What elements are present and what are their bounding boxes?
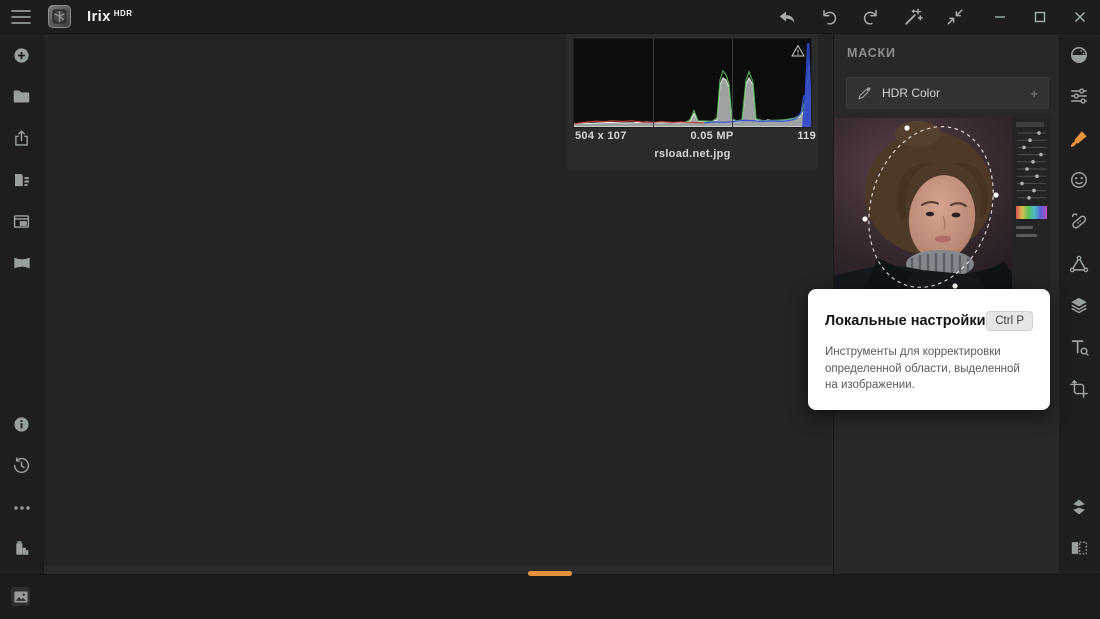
panorama-icon[interactable] <box>10 251 34 275</box>
mask-type-dropdown[interactable]: HDR Color + <box>846 77 1049 109</box>
mask-handle-right <box>993 192 999 198</box>
compare-icon[interactable] <box>1067 536 1091 560</box>
filmstrip-bar <box>0 574 1100 619</box>
histogram-panel: 504 x 107 0.05 MP 119 rsload.net.jpg <box>567 33 818 170</box>
layers-icon[interactable] <box>1067 293 1091 317</box>
flatten-icon[interactable] <box>1067 495 1091 519</box>
crop-icon[interactable] <box>1067 377 1091 401</box>
catalog-icon[interactable] <box>10 209 34 233</box>
histogram-plot[interactable] <box>573 38 812 128</box>
tooltip-shortcut-badge: Ctrl P <box>986 311 1033 331</box>
more-options-icon[interactable] <box>10 496 34 520</box>
filmstrip-image-icon[interactable] <box>11 587 30 606</box>
revert-icon[interactable] <box>776 6 798 28</box>
adjustments-icon[interactable] <box>1067 84 1091 108</box>
batch-processing-icon[interactable] <box>10 168 34 192</box>
info-icon[interactable] <box>10 412 34 436</box>
exit-fullscreen-icon[interactable] <box>944 6 966 28</box>
app-logo-icon <box>48 5 71 28</box>
histogram-curves <box>574 43 811 127</box>
mask-preview-thumbnail[interactable] <box>834 118 1051 290</box>
mask-type-label: HDR Color <box>882 86 941 100</box>
film-roll-icon[interactable] <box>10 537 34 561</box>
redo-icon[interactable] <box>860 6 882 28</box>
undo-icon[interactable] <box>818 6 840 28</box>
image-dimensions: 504 x 107 <box>575 130 627 142</box>
minimize-button[interactable] <box>980 0 1020 33</box>
close-button[interactable] <box>1060 0 1100 33</box>
text-tool-icon[interactable] <box>1067 335 1091 359</box>
erase-icon[interactable] <box>1067 209 1091 233</box>
mask-handle-left <box>862 216 868 222</box>
export-icon[interactable] <box>10 126 34 150</box>
right-toolbar <box>1057 33 1100 575</box>
add-mask-icon[interactable]: + <box>1030 86 1038 101</box>
left-toolbar <box>0 33 44 575</box>
structure-icon[interactable] <box>1067 252 1091 276</box>
add-photo-icon[interactable] <box>10 43 34 67</box>
app-title: Irix HDR <box>87 8 133 25</box>
histogram-gridline <box>731 39 733 127</box>
tooltip-description: Инструменты для корректировки определенн… <box>825 346 1020 392</box>
hamburger-menu-icon[interactable] <box>10 6 32 28</box>
filmstrip-toggle-handle[interactable] <box>528 571 572 576</box>
image-megapixels: 0.05 MP <box>690 130 734 142</box>
histogram-gridline <box>652 39 654 127</box>
local-adjustments-brush-icon[interactable] <box>1067 127 1091 151</box>
maximize-button[interactable] <box>1020 0 1060 33</box>
irix-hdr-app-window: Irix HDR 504 x 107 0.05 MP 119 rsload.ne… <box>0 0 1100 619</box>
eyedropper-icon <box>858 86 871 99</box>
mask-handle-top <box>904 125 910 131</box>
mask-handle-bottom <box>952 283 958 289</box>
local-adjustments-tooltip: Локальные настройки Ctrl P Инструменты д… <box>808 289 1050 410</box>
open-folder-icon[interactable] <box>10 84 34 108</box>
history-icon[interactable] <box>10 453 34 477</box>
masks-panel-title: МАСКИ <box>847 46 896 60</box>
portrait-icon[interactable] <box>1067 168 1091 192</box>
image-file-size: 119 <box>797 130 816 142</box>
auto-enhance-icon[interactable] <box>902 6 924 28</box>
image-filename: rsload.net.jpg <box>654 148 731 160</box>
clipping-warning-icon[interactable] <box>790 43 806 59</box>
tooltip-title: Локальные настройки <box>825 313 986 329</box>
filters-icon[interactable] <box>1067 43 1091 67</box>
title-bar: Irix HDR <box>0 0 1100 34</box>
